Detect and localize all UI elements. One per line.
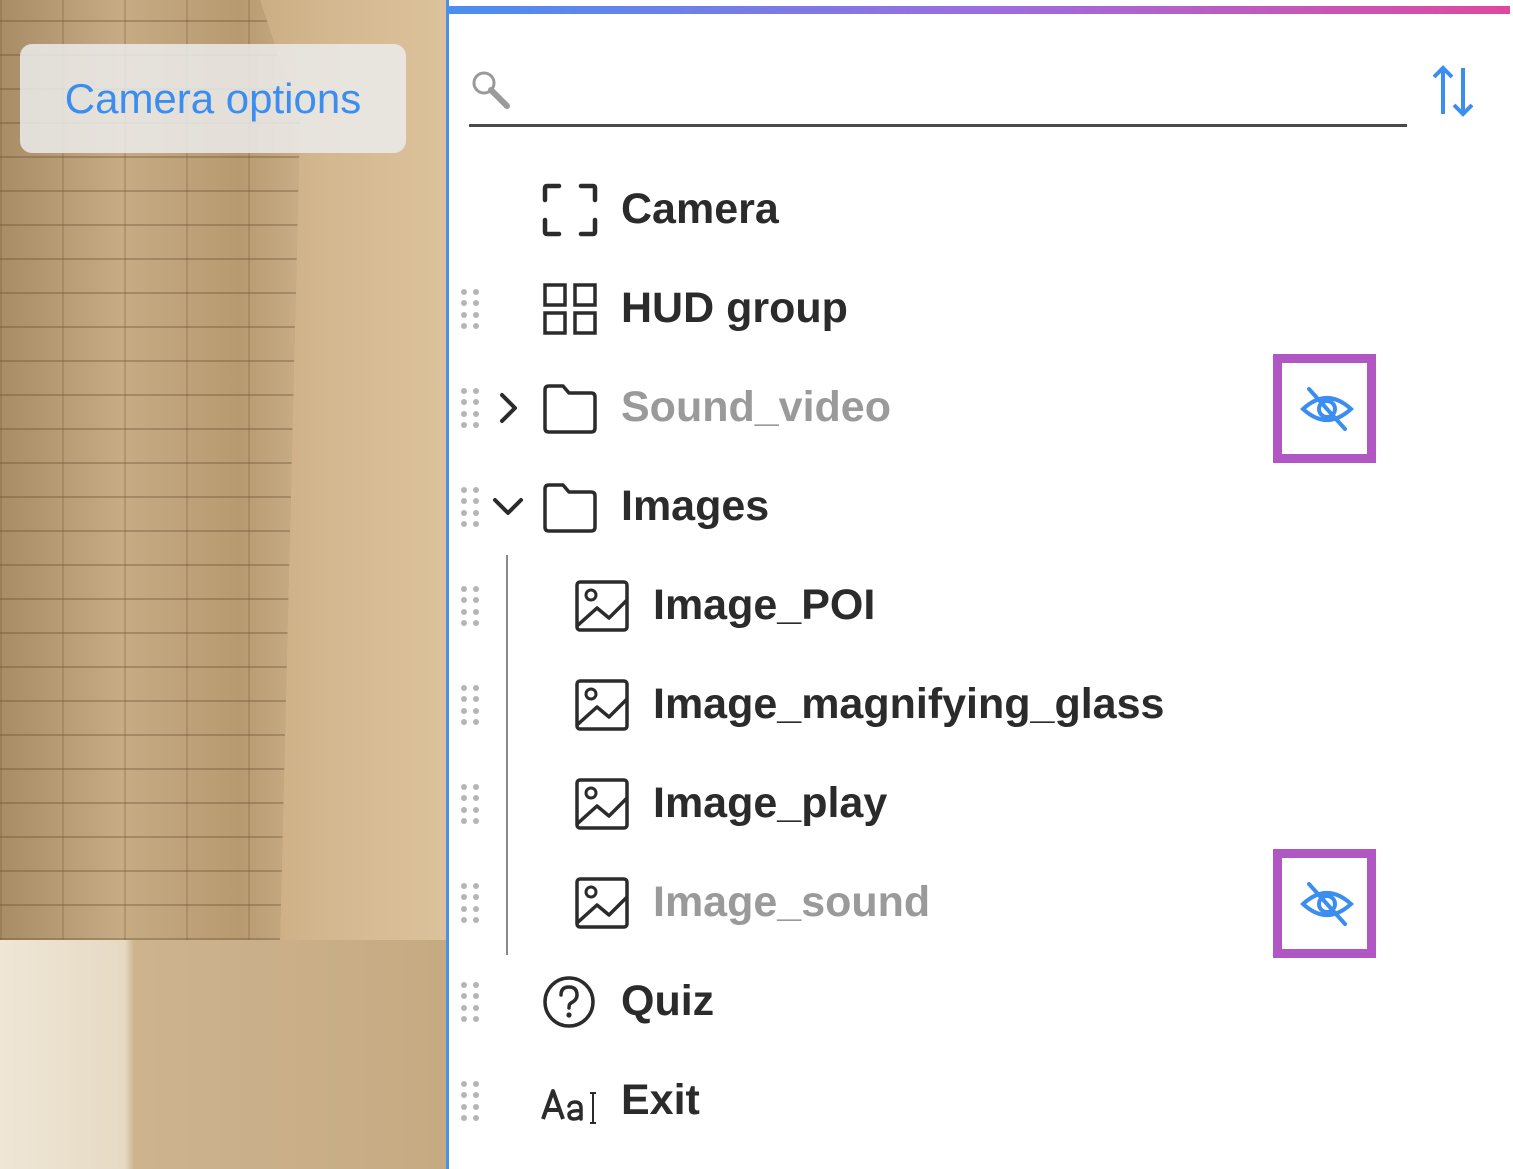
panel-accent-bar (449, 6, 1510, 14)
search-input[interactable] (525, 66, 1389, 116)
tree-row-exit[interactable]: Exit (449, 1051, 1513, 1150)
tree-item-label: Images (621, 482, 770, 530)
tree-row-camera[interactable]: Camera (449, 160, 1513, 259)
chevron-down-icon[interactable] (491, 489, 525, 525)
tree-item-label: Image_POI (653, 581, 876, 629)
hud-grid-icon (543, 283, 597, 335)
drag-handle-icon[interactable] (459, 1079, 481, 1123)
scene-floor (0, 940, 446, 1169)
image-icon (575, 580, 629, 632)
tree-item-label: Image_magnifying_glass (653, 680, 1165, 728)
eye-off-icon (1300, 882, 1354, 926)
chevron-right-icon[interactable] (493, 390, 523, 426)
image-icon (575, 877, 629, 929)
drag-handle-icon[interactable] (459, 683, 481, 727)
question-circle-icon (543, 976, 595, 1028)
visibility-toggle-button[interactable] (1273, 354, 1376, 463)
eye-off-icon (1300, 387, 1354, 431)
text-aa-icon (541, 1089, 596, 1124)
tree-item-label: Sound_video (621, 383, 891, 431)
image-icon (575, 778, 629, 830)
scene-viewport[interactable]: Camera options (0, 0, 446, 1169)
tree-row-sound-video[interactable]: Sound_video (449, 354, 1513, 463)
drag-handle-icon[interactable] (459, 782, 481, 826)
tree-item-label: Image_sound (653, 878, 931, 926)
folder-icon (543, 384, 597, 434)
drag-handle-icon[interactable] (459, 287, 481, 331)
tree-item-label: Image_play (653, 779, 888, 827)
tree-row-image-sound[interactable]: Image_sound (449, 849, 1513, 958)
editor-window: Camera options Camera HUD group Sound_vi… (0, 0, 1513, 1169)
search-icon (472, 71, 510, 109)
drag-handle-icon[interactable] (459, 584, 481, 628)
visibility-toggle-button[interactable] (1273, 849, 1376, 958)
camera-options-button[interactable]: Camera options (20, 44, 406, 153)
image-icon (575, 679, 629, 731)
tree-row-hud-group[interactable]: HUD group (449, 259, 1513, 358)
tree-row-image-poi[interactable]: Image_POI (449, 556, 1513, 655)
drag-handle-icon[interactable] (459, 881, 481, 925)
drag-handle-icon[interactable] (459, 485, 481, 529)
tree-item-label: Exit (621, 1076, 700, 1124)
camera-frame-icon (542, 183, 598, 237)
tree-item-label: HUD group (621, 284, 848, 332)
tree-row-quiz[interactable]: Quiz (449, 952, 1513, 1051)
tree-item-label: Camera (621, 185, 779, 233)
tree-row-image-play[interactable]: Image_play (449, 754, 1513, 853)
search-bar (469, 60, 1407, 127)
tree-row-images[interactable]: Images (449, 457, 1513, 556)
sort-icon[interactable] (1431, 64, 1475, 118)
drag-handle-icon[interactable] (459, 386, 481, 430)
tree-row-image-magnifying-glass[interactable]: Image_magnifying_glass (449, 655, 1513, 754)
tree-item-label: Quiz (621, 977, 715, 1025)
outline-panel: Camera HUD group Sound_video Images Imag… (446, 0, 1513, 1169)
drag-handle-icon[interactable] (459, 980, 481, 1024)
folder-icon (543, 483, 597, 533)
